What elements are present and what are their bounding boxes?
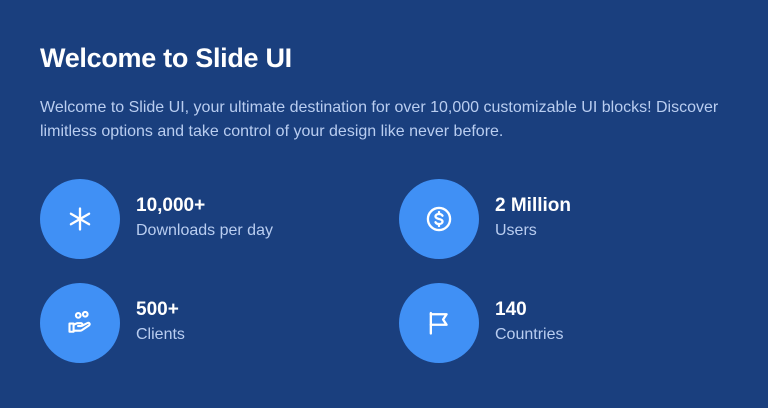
- section-description: Welcome to Slide UI, your ultimate desti…: [40, 99, 719, 140]
- stat-value: 500+: [136, 299, 179, 320]
- stats-section: Welcome to Slide UI Welcome to Slide UI,…: [0, 0, 768, 408]
- stat-value: 2 Million: [495, 195, 571, 216]
- stat-label: Downloads per day: [136, 222, 273, 239]
- stat-text: 2 Million Users: [495, 193, 571, 243]
- stat-value: 140: [495, 299, 527, 320]
- stat-value: 10,000+: [136, 195, 206, 216]
- stat-countries: 140 Countries: [399, 283, 699, 363]
- stat-text: 10,000+ Downloads per day: [136, 193, 273, 243]
- stat-clients: 500+ Clients: [40, 283, 399, 363]
- section-title: Welcome to Slide UI: [40, 43, 292, 73]
- dollar-coin-icon: [399, 179, 479, 259]
- stat-label: Users: [495, 222, 537, 239]
- stat-label: Countries: [495, 326, 564, 343]
- stat-text: 500+ Clients: [136, 297, 185, 347]
- stats-grid: 10,000+ Downloads per day 2 Million User…: [40, 179, 728, 363]
- hand-coins-icon: [40, 283, 120, 363]
- stat-text: 140 Countries: [495, 297, 563, 347]
- stat-users: 2 Million Users: [399, 179, 699, 259]
- flag-icon: [399, 283, 479, 363]
- stat-downloads: 10,000+ Downloads per day: [40, 179, 399, 259]
- stat-label: Clients: [136, 326, 185, 343]
- asterisk-icon: [40, 179, 120, 259]
